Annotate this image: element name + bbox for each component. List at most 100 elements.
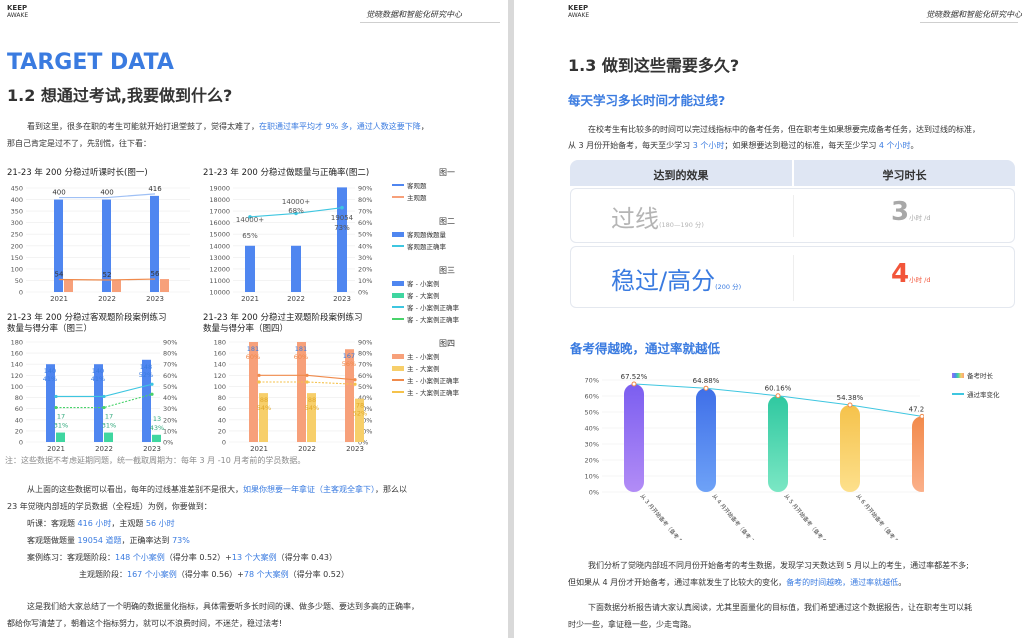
y-tick-label: 20 [15,427,23,435]
intro-paragraph: 看到这里，很多在职的考生可能就开始打退堂鼓了，觉得太难了，在职通过率平均才 9%… [27,122,429,131]
intro-link[interactable]: 在职通过率平均才 9% 多，通过人数这要下降 [259,122,421,131]
chart2-question-volume: 10000 0% 11000 10% 12000 20% 13000 30% 14000 40% 1… [209,185,372,303]
target-list-item: 听课：客观题 416 小时，主观题 56 小时 [27,519,175,528]
y-tick-label: 40 [15,416,23,424]
legend-item: 客 - 小案例正确率 [392,302,502,312]
data-label: 52% [353,410,367,418]
y-tick-label: 150 [11,254,23,262]
line-rate [56,383,153,397]
x-tick-label: 2022 [287,295,305,302]
y-tick-label: 50 [15,277,23,285]
y2-tick-label: 40% [163,394,177,402]
point-rate [305,380,309,384]
y2-tick-label: 50% [358,231,372,239]
analysis-link[interactable]: 备考的时间越晚，通过率就越低 [786,578,898,587]
data-label: 64.88% [693,377,720,385]
y2-tick-label: 90% [358,185,372,193]
data-label: 60% [246,353,260,361]
data-label: 68% [288,207,304,215]
chart4-title: 21-23 年 200 分稳过主观题阶段案例练习 数量与得分率（图四） [203,313,363,334]
y-tick-label: 120 [11,372,23,380]
summary-link[interactable]: 如果你想要一年拿证（主客观全拿下） [243,485,375,494]
y2-tick-label: 90% [358,339,372,347]
y-tick-label: 120 [214,372,226,380]
legend-fig3-title: 图三 [439,266,455,275]
y2-tick-label: 70% [358,208,372,216]
header-rule [920,22,1018,23]
x-tick-label: 2023 [146,295,164,302]
y2-tick-label: 50% [163,383,177,391]
brand-logo: KEEP AWAKE [7,4,29,19]
chart5-legend: 备考时长 通过率变化 [952,368,1000,399]
bar-subjective [160,279,169,292]
point-rate [305,373,309,377]
row-divider [793,195,794,237]
y-tick-label: 30% [585,441,599,449]
point-rate [54,394,58,399]
legend-fig4-title: 图四 [439,339,455,348]
legend-item: 客观题 [392,180,502,190]
y2-tick-label: 60% [358,372,372,380]
data-label: 41% [91,375,105,383]
data-label: 400 [52,189,65,197]
legend-item: 客 - 大案例 [392,290,502,300]
target-list: 听课：客观题 416 小时，主观题 56 小时 客观题做题量 19054 道题，… [27,515,349,583]
x-tick-label: 2021 [50,295,68,302]
legend-item: 客 - 大案例正确率 [392,314,502,324]
data-label: 13 [153,415,161,423]
y-tick-label: 13000 [209,254,230,262]
x-tick-label: 从 5 月开始备考（备考 6 个月） [782,492,840,540]
y-tick-label: 160 [214,350,226,358]
x-tick-label: 从 3 月开始备考（备考 8 个月） [638,492,696,540]
hours-value: 3小时 /d [891,197,931,227]
x-tick-label: 从 6 月开始备考（备考 5 个月） [854,492,912,540]
bar-subjective [112,279,121,292]
bar-prep-duration [768,395,788,492]
y-tick-label: 100 [214,383,226,391]
y-tick-label: 0 [19,289,23,297]
y-tick-label: 18000 [209,196,230,204]
data-label: 65% [242,232,258,240]
y-tick-label: 0% [589,489,599,497]
y-tick-label: 60 [15,405,23,413]
y2-tick-label: 70% [358,361,372,369]
data-label: 43% [150,424,164,432]
x-tick-label: 2022 [98,295,116,302]
bar-subjective [64,279,73,292]
left-page: KEEP AWAKE 觉晓数据和智能化研究中心 TARGET DATA 1.2 想… [0,0,508,638]
point-pass-rate [919,413,924,419]
bar-large-case [104,432,113,442]
data-label: 17 [57,413,65,421]
analysis-paragraph: 我们分析了觉晓内部班不同月份开始备考的考生数据，发现学习天数达到 5 月以上的考… [588,561,969,570]
data-label: 52 [103,271,112,279]
data-label: 78 [356,402,364,410]
y-tick-label: 40% [585,425,599,433]
closing-paragraph: 这是我们给大家总结了一个明确的数据量化指标，具体需要听多长时间的课、做多少题、要… [27,602,419,611]
data-label: 140 [92,367,104,375]
data-label: 73% [334,224,350,232]
data-label: 17 [105,413,113,421]
y-tick-label: 180 [214,339,226,347]
point-rate [102,394,106,399]
legend-item: 主 - 小案例正确率 [392,375,502,385]
y-tick-label: 350 [11,208,23,216]
sub-title: 每天学习多长时间才能过线? [568,93,726,108]
data-note: 注：这些数据不考虑延期同题，统一截取周期为：每年 3 月 -10 月考前的学员数… [5,456,306,465]
table-col1-header: 达到的效果 [653,169,709,182]
y-tick-label: 100 [11,265,23,273]
intro-paragraph-2: 那自己肯定是过不了，先别慌，往下看： [7,139,151,148]
point-rate [257,373,261,377]
data-label: 31% [102,422,116,430]
bar-question-volume [337,187,347,292]
bar-prep-duration [912,416,924,492]
legend-item: 客观题做题量 [392,229,502,239]
section-title: 1.2 想通过考试,我要做到什么? [7,86,233,105]
y2-tick-label: 20% [163,416,177,424]
point-rate [102,405,106,410]
data-label: 52% [139,371,153,379]
y2-tick-label: 20% [358,265,372,273]
y2-tick-label: 70% [163,361,177,369]
data-label: 88 [308,396,316,404]
study-time-paragraph-2: 从 3 月份开始备考，每天至少学习 3 个小时；如果想要达到稳过的标准，每天至少… [568,141,919,150]
chart4-subjective-cases: 0 0%20 10%40 20%60 30%80 40%100 50%120 60%140 70… [214,339,373,454]
